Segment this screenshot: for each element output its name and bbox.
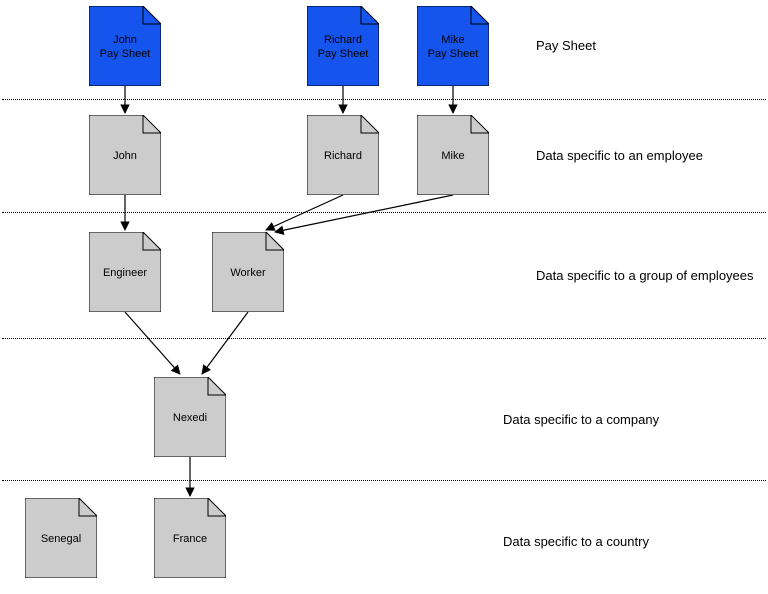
- node-label: Richard: [307, 115, 379, 195]
- node-john-paysheet: JohnPay Sheet: [89, 6, 161, 86]
- node-label: Worker: [212, 232, 284, 312]
- node-label: MikePay Sheet: [417, 6, 489, 86]
- divider-2: [2, 212, 766, 213]
- row-label-country: Data specific to a country: [503, 534, 649, 549]
- node-france: France: [154, 498, 226, 578]
- node-label: Senegal: [25, 498, 97, 578]
- node-label: RichardPay Sheet: [307, 6, 379, 86]
- node-richard: Richard: [307, 115, 379, 195]
- node-label: Nexedi: [154, 377, 226, 457]
- node-engineer: Engineer: [89, 232, 161, 312]
- row-label-group: Data specific to a group of employees: [536, 268, 754, 283]
- node-label: Mike: [417, 115, 489, 195]
- divider-1: [2, 99, 766, 100]
- node-nexedi: Nexedi: [154, 377, 226, 457]
- divider-3: [2, 338, 766, 339]
- node-senegal: Senegal: [25, 498, 97, 578]
- node-worker: Worker: [212, 232, 284, 312]
- node-mike-paysheet: MikePay Sheet: [417, 6, 489, 86]
- node-label: Engineer: [89, 232, 161, 312]
- node-john: John: [89, 115, 161, 195]
- node-label: John: [89, 115, 161, 195]
- row-label-employee: Data specific to an employee: [536, 148, 703, 163]
- node-label: JohnPay Sheet: [89, 6, 161, 86]
- row-label-company: Data specific to a company: [503, 412, 659, 427]
- node-richard-paysheet: RichardPay Sheet: [307, 6, 379, 86]
- node-label: France: [154, 498, 226, 578]
- divider-4: [2, 480, 766, 481]
- row-label-paysheet: Pay Sheet: [536, 38, 596, 53]
- node-mike: Mike: [417, 115, 489, 195]
